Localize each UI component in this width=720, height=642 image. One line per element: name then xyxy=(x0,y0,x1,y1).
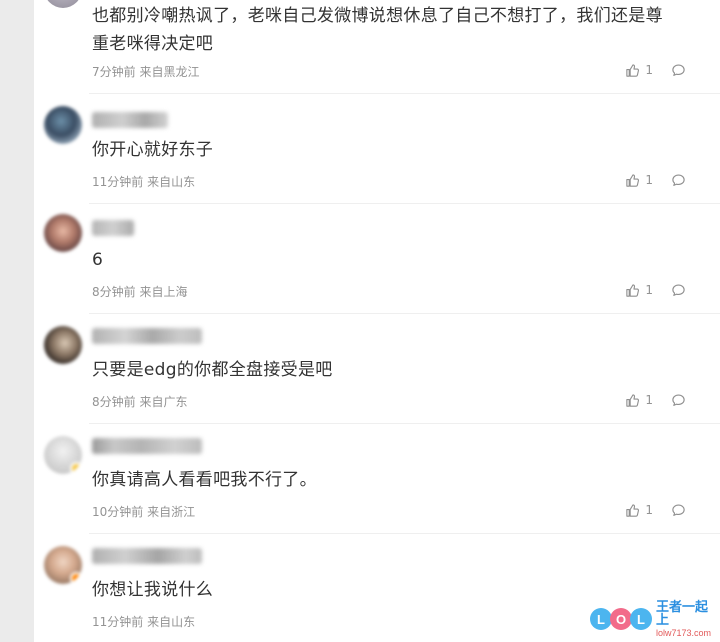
comment-time: 8分钟前 xyxy=(92,285,136,299)
comment-meta: 8分钟前 来自上海 xyxy=(92,283,187,300)
comment-time: 7分钟前 xyxy=(92,65,136,79)
comment-time: 11分钟前 xyxy=(92,175,144,189)
comment-text: 只要是edg的你都全盘接受是吧 xyxy=(92,360,333,380)
like-count: 1 xyxy=(645,393,653,407)
comment-meta: 10分钟前 来自浙江 xyxy=(92,503,195,520)
comment-meta: 7分钟前 来自黑龙江 xyxy=(92,63,199,80)
thumbs-up-icon xyxy=(625,503,640,518)
comment-location: 来自广东 xyxy=(139,395,188,409)
comment-actions: 1 xyxy=(625,392,686,408)
username-blurred[interactable] xyxy=(92,112,168,128)
like-count: 1 xyxy=(645,503,653,517)
divider xyxy=(89,203,720,204)
verified-badge-icon xyxy=(70,462,82,474)
like-button[interactable]: 1 xyxy=(625,283,671,298)
comment-bubble-icon xyxy=(671,503,686,518)
comment-location: 来自浙江 xyxy=(147,505,196,519)
comment-time: 8分钟前 xyxy=(92,395,136,409)
site-watermark: L O L 王者一起上 lolw7173.com xyxy=(590,601,716,638)
avatar[interactable] xyxy=(44,326,82,364)
lol-logo: L O L xyxy=(590,608,652,630)
reply-button[interactable] xyxy=(671,173,686,188)
comment-text-line: 也都别冷嘲热讽了，老咪自己发微博说想休息了自己不想打了，我们还是尊 xyxy=(92,6,663,26)
comment-bubble-icon xyxy=(671,283,686,298)
like-count: 1 xyxy=(645,173,653,187)
comment-text: 6 xyxy=(92,250,104,270)
like-button[interactable]: 1 xyxy=(625,503,671,518)
comment-meta: 11分钟前 来自山东 xyxy=(92,173,195,190)
comment-text-line: 重老咪得决定吧 xyxy=(92,34,214,54)
reply-button[interactable] xyxy=(671,63,686,78)
thumbs-up-icon xyxy=(625,283,640,298)
comment-bubble-icon xyxy=(671,393,686,408)
comment-location: 来自山东 xyxy=(147,175,196,189)
comment-meta: 11分钟前 来自山东 xyxy=(92,613,195,630)
divider xyxy=(89,423,720,424)
comment-location: 来自上海 xyxy=(139,285,188,299)
like-button[interactable]: 1 xyxy=(625,173,671,188)
like-button[interactable]: 1 xyxy=(625,393,671,408)
like-button[interactable]: 1 xyxy=(625,63,671,78)
comment-actions: 1 xyxy=(625,172,686,188)
username-blurred[interactable] xyxy=(92,548,202,564)
comment-actions: 1 xyxy=(625,282,686,298)
avatar[interactable] xyxy=(44,214,82,252)
thumbs-up-icon xyxy=(625,63,640,78)
comment-text: 你真请高人看看吧我不行了。 xyxy=(92,470,317,490)
comment-location: 来自黑龙江 xyxy=(139,65,200,79)
reply-button[interactable] xyxy=(671,283,686,298)
logo-ball: O xyxy=(610,608,632,630)
watermark-text: 王者一起上 lolw7173.com xyxy=(656,601,716,638)
watermark-url: lolw7173.com xyxy=(656,627,712,638)
username-blurred[interactable] xyxy=(92,220,134,236)
username-blurred[interactable] xyxy=(92,438,202,454)
verified-badge-icon xyxy=(70,572,82,584)
avatar[interactable] xyxy=(44,436,82,474)
logo-ball: L xyxy=(590,608,612,630)
divider xyxy=(89,313,720,314)
thumbs-up-icon xyxy=(625,173,640,188)
comment-time: 10分钟前 xyxy=(92,505,144,519)
username-blurred[interactable] xyxy=(92,328,202,344)
comment-bubble-icon xyxy=(671,173,686,188)
avatar[interactable] xyxy=(44,546,82,584)
comment-list: 也都别冷嘲热讽了，老咪自己发微博说想休息了自己不想打了，我们还是尊 重老咪得决定… xyxy=(34,0,720,642)
comment-text: 你开心就好东子 xyxy=(92,140,214,160)
comment-actions: 1 xyxy=(625,502,686,518)
reply-button[interactable] xyxy=(671,503,686,518)
comment-time: 11分钟前 xyxy=(92,615,144,629)
avatar[interactable] xyxy=(44,106,82,144)
comment-text: 也都别冷嘲热讽了，老咪自己发微博说想休息了自己不想打了，我们还是尊 重老咪得决定… xyxy=(92,2,692,58)
watermark-title: 王者一起上 xyxy=(656,599,709,628)
reply-button[interactable] xyxy=(671,393,686,408)
logo-ball: L xyxy=(630,608,652,630)
comment-actions: 1 xyxy=(625,62,686,78)
comment-bubble-icon xyxy=(671,63,686,78)
comment-text: 你想让我说什么 xyxy=(92,580,214,600)
divider xyxy=(89,533,720,534)
like-count: 1 xyxy=(645,283,653,297)
comment-location: 来自山东 xyxy=(147,615,196,629)
like-count: 1 xyxy=(645,63,653,77)
comment-meta: 8分钟前 来自广东 xyxy=(92,393,187,410)
avatar[interactable] xyxy=(44,0,82,8)
thumbs-up-icon xyxy=(625,393,640,408)
divider xyxy=(89,93,720,94)
